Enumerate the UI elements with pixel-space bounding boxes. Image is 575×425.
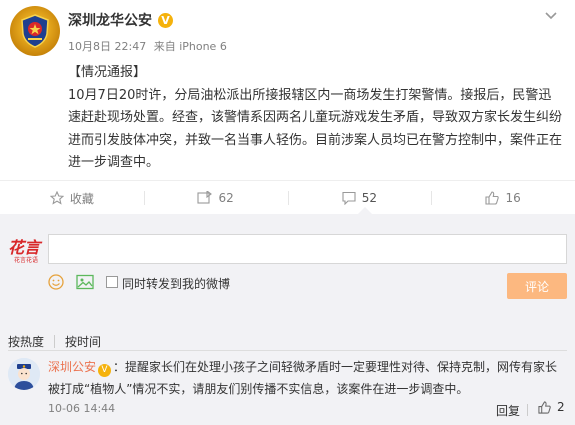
commenter-name[interactable]: 深圳公安 (48, 360, 96, 374)
comment-time: 10-06 14:44 (48, 402, 116, 415)
sort-by-time-tab[interactable]: 按时间 (65, 333, 101, 350)
verified-badge-icon: V (158, 12, 173, 28)
repost-icon (197, 191, 213, 204)
weibo-post: 深圳龙华公安 V 10月8日 22:47 来自 iPhone 6 【情况通报】 … (0, 0, 575, 180)
comment-like-button[interactable]: 2 (538, 400, 565, 414)
police-badge-avatar[interactable] (10, 6, 60, 56)
comment-count: 52 (361, 191, 378, 205)
post-time[interactable]: 10月8日 22:47 (68, 40, 146, 53)
comment-caret (358, 207, 372, 214)
chevron-down-icon[interactable] (543, 7, 559, 23)
post-source: 来自 iPhone 6 (153, 40, 227, 53)
thumbs-up-icon (538, 400, 551, 414)
image-upload-icon[interactable] (76, 274, 94, 290)
comment-input[interactable] (48, 234, 567, 264)
also-repost-label: 同时转发到我的微博 (122, 277, 231, 291)
sort-by-hot-tab[interactable]: 按热度 (8, 333, 44, 350)
sort-separator (54, 335, 56, 348)
post-author-name[interactable]: 深圳龙华公安 (68, 10, 152, 30)
post-content: 【情况通报】 10月7日20时许，分局油松派出所接报辖区内一商场发生打架警情。接… (68, 65, 563, 170)
like-button[interactable]: 16 (431, 184, 575, 212)
sort-divider (8, 350, 567, 351)
commenter-avatar[interactable] (8, 358, 40, 390)
favorite-button[interactable]: 收藏 (0, 184, 144, 212)
post-meta: 10月8日 22:47 来自 iPhone 6 (68, 38, 227, 54)
reply-button[interactable]: 回复 (496, 402, 520, 419)
user-logo-subtext: 花言花语 (14, 257, 39, 264)
favorite-label: 收藏 (69, 191, 94, 206)
police-cartoon-icon (8, 358, 40, 390)
submit-comment-button[interactable]: 评论 (507, 273, 567, 299)
comment-sort: 按热度 按时间 (8, 333, 101, 350)
repost-count: 62 (218, 191, 234, 205)
comment-body: 深圳公安 V ：提醒家长们在处理小孩子之间轻微矛盾时一定要理性对待、保持克制，网传有… (48, 356, 564, 400)
user-logo: 花言 花言花语 (8, 234, 42, 268)
like-count: 16 (505, 191, 521, 205)
thumbs-up-icon (485, 191, 500, 205)
commenter-verified-icon: V (98, 364, 112, 377)
divider (0, 180, 575, 181)
emoji-icon[interactable] (48, 274, 64, 290)
comment-action-separator (527, 404, 528, 416)
also-repost-checkbox[interactable] (106, 276, 118, 288)
star-icon (49, 191, 64, 205)
post-action-bar: 收藏 62 52 16 (0, 184, 575, 212)
comment-like-count: 2 (557, 400, 565, 414)
police-emblem-icon (21, 14, 49, 48)
comment-text: ：提醒家长们在处理小孩子之间轻微矛盾时一定要理性对待、保持克制，网传有家长被打成… (48, 360, 558, 396)
repost-button[interactable]: 62 (143, 184, 288, 212)
comment-icon (342, 191, 356, 205)
